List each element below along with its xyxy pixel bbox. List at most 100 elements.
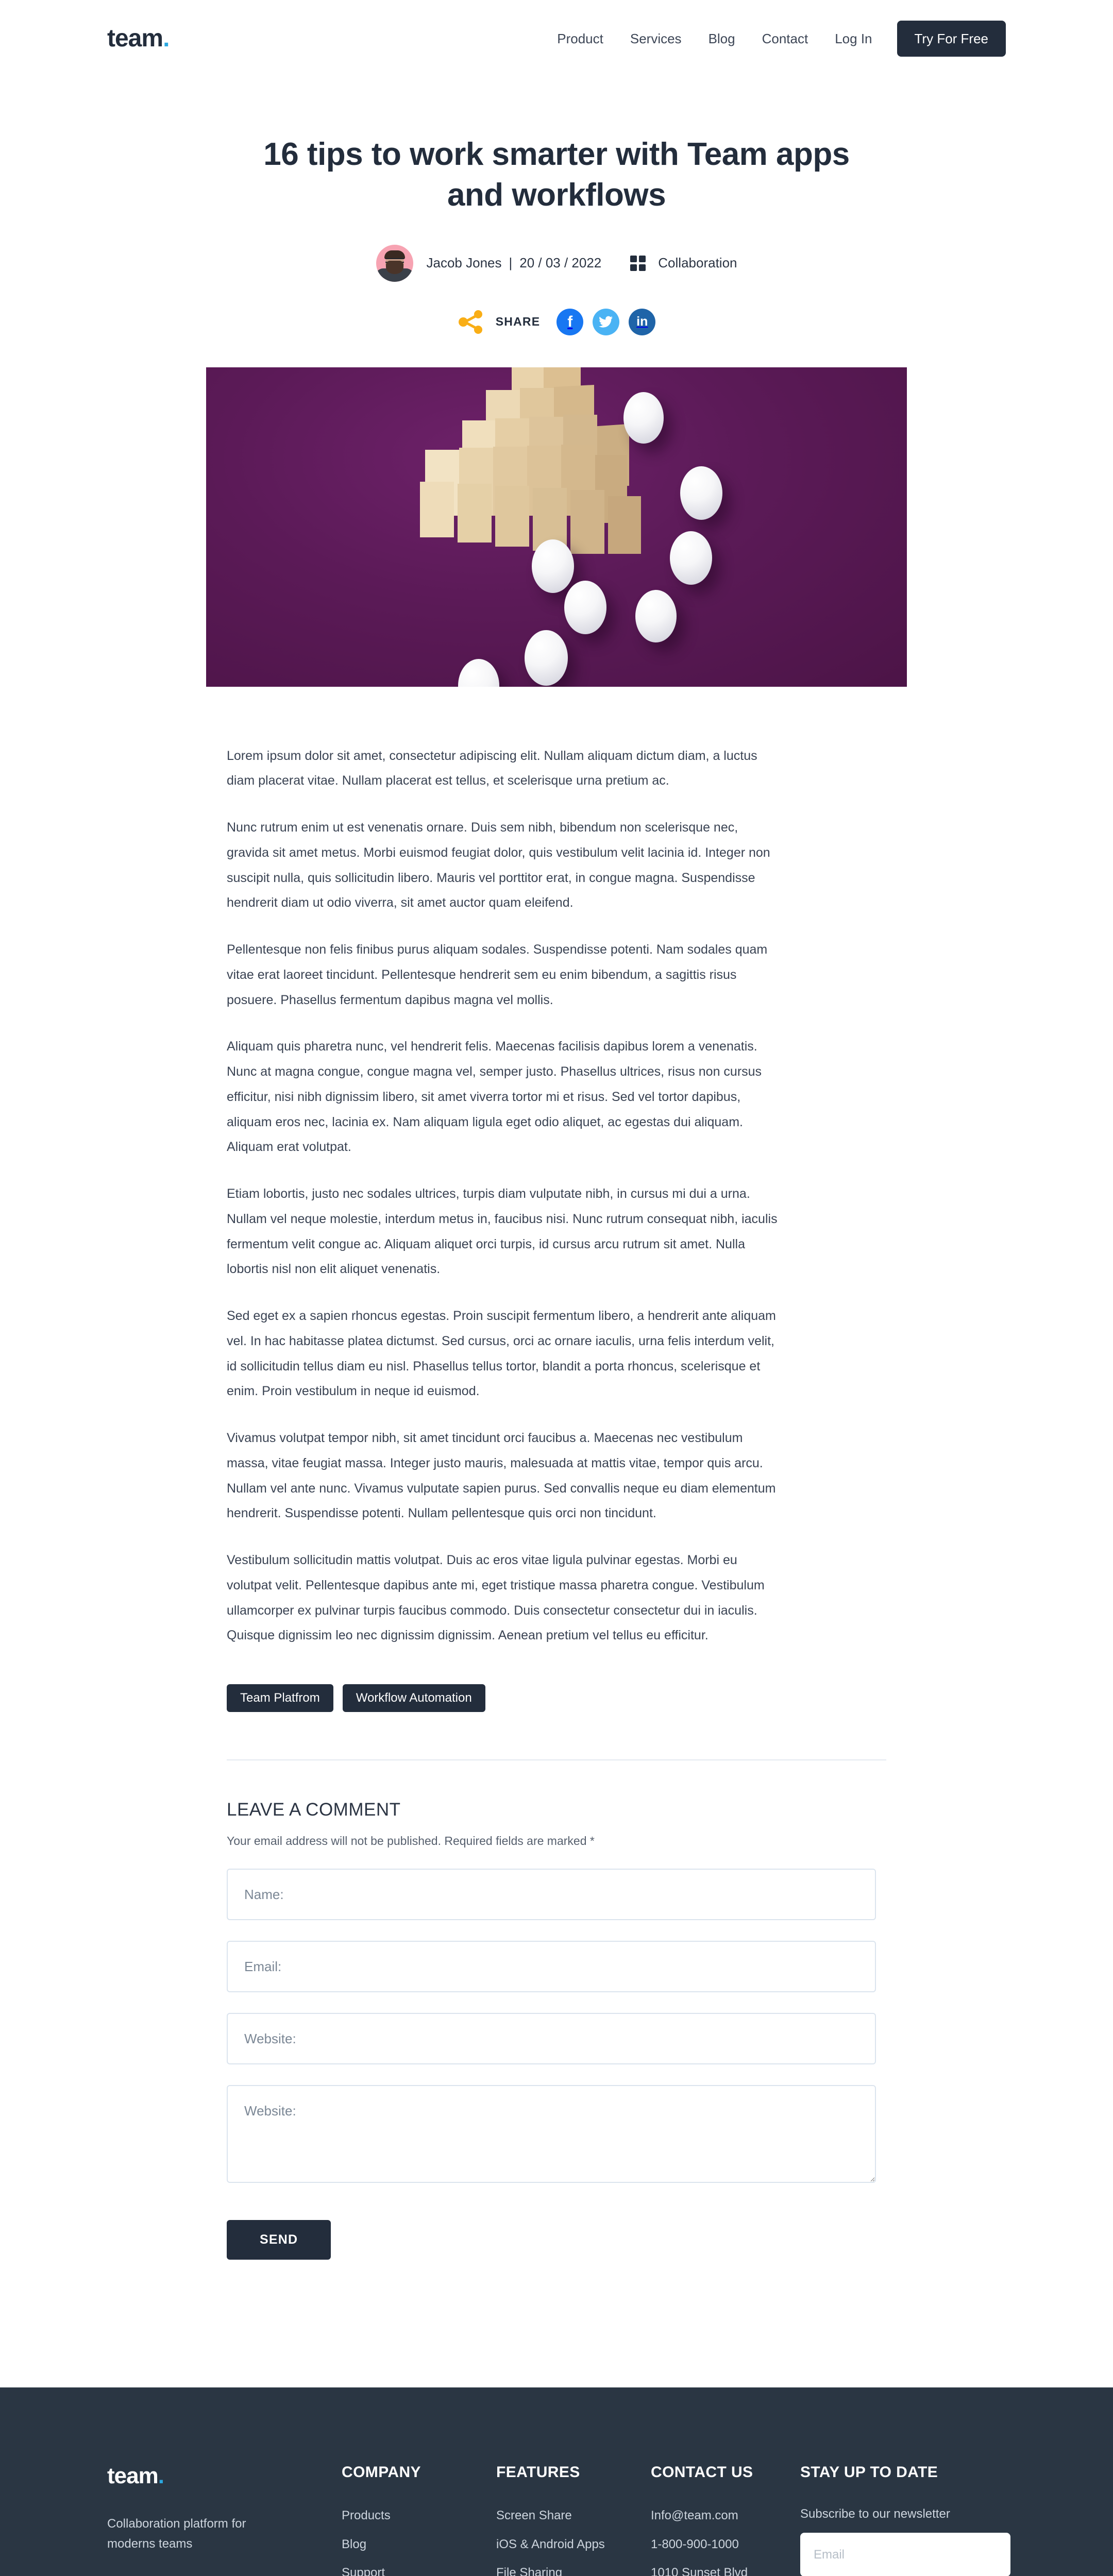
article-paragraph: Lorem ipsum dolor sit amet, consectetur … (227, 748, 757, 788)
nav-item-services[interactable]: Services (617, 32, 695, 45)
footer-contact-email[interactable]: Info@team.com (651, 2509, 738, 2522)
publish-date: 20 / 03 / 2022 (519, 255, 602, 271)
article-paragraph: Vivamus volutpat tempor nibh, sit amet t… (227, 1431, 776, 1521)
site-header: team. Product Services Blog Contact Log … (0, 0, 1113, 77)
footer-features-heading: FEATURES (496, 2464, 580, 2481)
footer-link-screen-share[interactable]: Screen Share (496, 2509, 572, 2522)
site-logo-text: team (107, 25, 163, 52)
meta-separator: | (509, 255, 513, 271)
grid-icon-cell (639, 255, 646, 262)
footer-newsletter-heading: STAY UP TO DATE (800, 2464, 938, 2481)
list-item: Support (342, 2564, 496, 2576)
footer-features-column: FEATURES Screen Share iOS & Android Apps… (496, 2465, 651, 2576)
facebook-glyph: f (567, 313, 573, 330)
nav-item-blog[interactable]: Blog (695, 32, 749, 45)
footer-logo[interactable]: team. (107, 2465, 342, 2487)
footer-company-heading: COMPANY (342, 2464, 421, 2481)
tag-team-platform[interactable]: Team Platfrom (227, 1684, 333, 1713)
grid-icon-cell (630, 264, 637, 271)
nav-item-product[interactable]: Product (544, 32, 617, 45)
footer-link-support[interactable]: Support (342, 2566, 385, 2576)
tag-list: Team Platfrom Workflow Automation (227, 1684, 886, 1713)
footer-newsletter-column: STAY UP TO DATE Subscribe to our newslet… (800, 2465, 1017, 2576)
grid-icon-cell (630, 255, 637, 262)
footer-link-ios-android-apps[interactable]: iOS & Android Apps (496, 2537, 605, 2551)
footer-link-file-sharing[interactable]: File Sharing (496, 2566, 562, 2576)
author-date-line: Jacob Jones | 20 / 03 / 2022 (427, 255, 602, 271)
facebook-icon[interactable]: f (556, 308, 584, 335)
footer-logo-dot: . (158, 2463, 164, 2489)
white-sphere (635, 589, 677, 642)
list-item: Info@team.com (651, 2507, 800, 2524)
article-header: 16 tips to work smarter with Team apps a… (0, 77, 1113, 335)
site-footer: team. Collaboration platform for moderns… (0, 2387, 1113, 2576)
footer-logo-text: team (107, 2463, 159, 2489)
footer-tagline: Collaboration platform for moderns teams (107, 2517, 246, 2551)
site-logo-dot: . (163, 25, 170, 52)
list-item: File Sharing (496, 2564, 651, 2576)
name-field[interactable] (227, 1869, 876, 1921)
list-item: 1010 Sunset Blvd (651, 2564, 800, 2576)
wood-block (495, 485, 529, 547)
white-sphere (670, 531, 712, 585)
page-title: 16 tips to work smarter with Team apps a… (263, 137, 850, 213)
comment-message-field[interactable] (227, 2085, 876, 2183)
main-nav: Product Services Blog Contact Log In Try… (544, 21, 1006, 57)
footer-contact-phone[interactable]: 1-800-900-1000 (651, 2537, 739, 2551)
comment-form-note: Your email address will not be published… (227, 1834, 595, 1848)
white-sphere (564, 580, 606, 634)
tag-workflow-automation[interactable]: Workflow Automation (342, 1684, 485, 1713)
grid-icon-cell (639, 264, 646, 271)
footer-company-column: COMPANY Products Blog Support (342, 2465, 496, 2576)
article-paragraph: Sed eget ex a sapien rhoncus egestas. Pr… (227, 1309, 776, 1399)
list-item: Products (342, 2507, 496, 2524)
author-name: Jacob Jones (426, 255, 502, 271)
list-item: iOS & Android Apps (496, 2536, 651, 2553)
site-logo[interactable]: team. (107, 25, 170, 52)
category-label: Collaboration (658, 255, 737, 271)
wood-block (570, 489, 604, 554)
comment-form-title: LEAVE A COMMENT (227, 1800, 401, 1820)
footer-contact-lines: Info@team.com 1-800-900-1000 1010 Sunset… (651, 2507, 800, 2576)
nav-item-contact[interactable]: Contact (749, 32, 822, 45)
footer-contact-heading: CONTACT US (651, 2464, 753, 2481)
wood-block (420, 481, 454, 537)
twitter-icon[interactable] (593, 308, 620, 335)
share-label: SHARE (495, 315, 541, 329)
article-paragraph: Nunc rutrum enim ut est venenatis ornare… (227, 820, 770, 910)
list-item: Screen Share (496, 2507, 651, 2524)
white-sphere (680, 466, 722, 520)
footer-columns: team. Collaboration platform for moderns… (107, 2465, 1010, 2576)
list-item: 1-800-900-1000 (651, 2536, 800, 2553)
hero-image (206, 367, 907, 687)
footer-contact-address-line1: 1010 Sunset Blvd (651, 2566, 748, 2576)
footer-brand-column: team. Collaboration platform for moderns… (107, 2465, 342, 2554)
email-field[interactable] (227, 1941, 876, 1993)
send-button[interactable]: SEND (227, 2220, 331, 2260)
list-item: Blog (342, 2536, 496, 2553)
wood-block (608, 496, 641, 554)
footer-company-links: Products Blog Support (342, 2507, 496, 2576)
footer-link-products[interactable]: Products (342, 2509, 391, 2522)
footer-link-blog[interactable]: Blog (342, 2537, 366, 2551)
comment-form: LEAVE A COMMENT Your email address will … (227, 1760, 886, 2260)
try-for-free-button[interactable]: Try For Free (897, 21, 1006, 57)
article-paragraph: Pellentesque non felis finibus purus ali… (227, 942, 768, 1007)
avatar-beard (385, 260, 403, 274)
grid-icon (630, 255, 646, 271)
white-sphere (525, 630, 568, 686)
share-icon[interactable] (458, 310, 484, 334)
article-paragraph: Aliquam quis pharetra nunc, vel hendreri… (227, 1039, 762, 1155)
footer-contact-column: CONTACT US Info@team.com 1-800-900-1000 … (651, 2465, 800, 2576)
white-sphere (532, 539, 574, 593)
white-sphere (623, 392, 664, 444)
newsletter-email-input[interactable] (800, 2533, 1010, 2576)
article-paragraph: Vestibulum sollicitudin mattis volutpat.… (227, 1553, 765, 1643)
linkedin-icon[interactable]: in (629, 308, 656, 335)
wood-block (458, 483, 492, 543)
nav-item-login[interactable]: Log In (821, 32, 885, 45)
website-field[interactable] (227, 2013, 876, 2065)
article-meta: Jacob Jones | 20 / 03 / 2022 Collaboration (0, 244, 1113, 282)
blog-article-page: team. Product Services Blog Contact Log … (0, 0, 1113, 2576)
category-group[interactable]: Collaboration (630, 255, 737, 271)
